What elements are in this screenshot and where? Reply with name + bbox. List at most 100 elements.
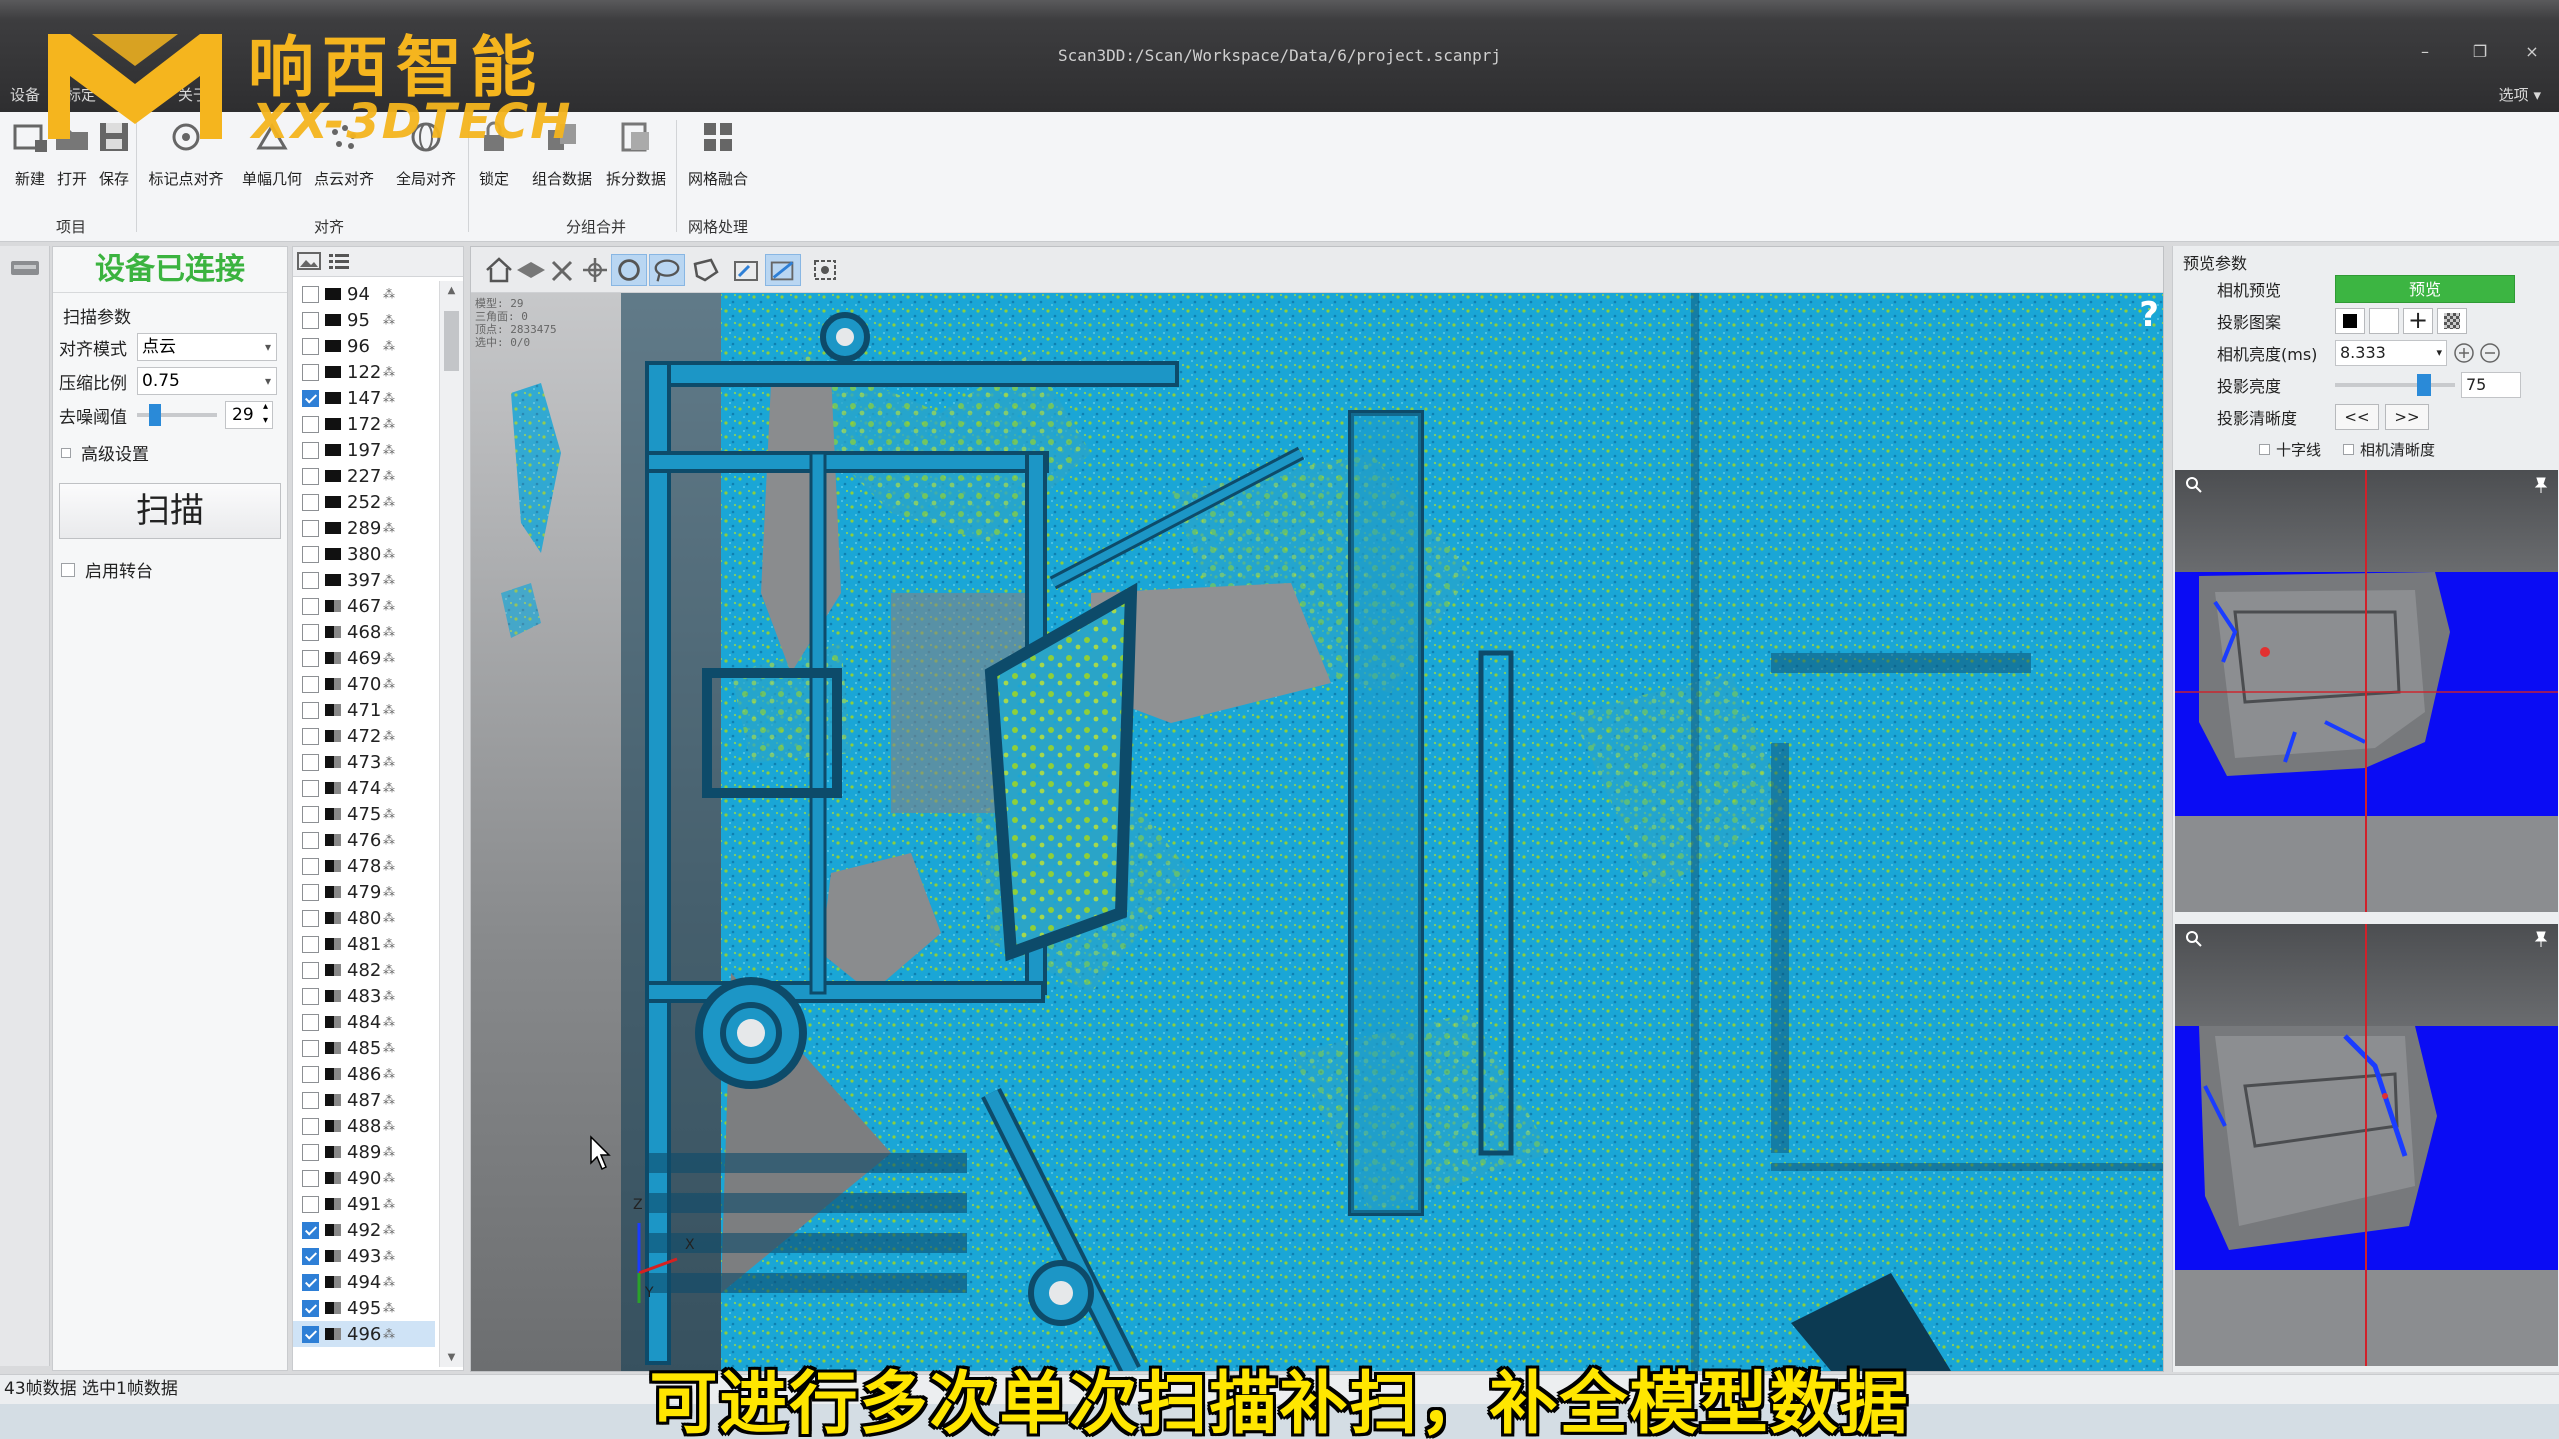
tools-icon[interactable] bbox=[545, 254, 581, 286]
zoom-icon[interactable] bbox=[2185, 930, 2203, 948]
frame-checkbox[interactable] bbox=[302, 337, 319, 355]
frame-list-item[interactable]: 380 ⁂ bbox=[293, 541, 435, 567]
camera-view-right[interactable] bbox=[2175, 924, 2558, 1366]
pattern-black-button[interactable] bbox=[2335, 308, 2365, 334]
next-button[interactable]: >> bbox=[2385, 404, 2429, 430]
select-visible-icon[interactable] bbox=[729, 254, 765, 286]
frame-list-item[interactable]: 491 ⁂ bbox=[293, 1191, 435, 1217]
frame-checkbox[interactable] bbox=[302, 1299, 319, 1317]
turntable-checkbox[interactable] bbox=[61, 562, 75, 577]
frame-list-item[interactable]: 397 ⁂ bbox=[293, 567, 435, 593]
frame-checkbox[interactable] bbox=[302, 1143, 319, 1161]
frame-list-item[interactable]: 197 ⁂ bbox=[293, 437, 435, 463]
projector-brightness-handle[interactable] bbox=[2417, 374, 2431, 396]
advanced-settings-row[interactable]: 高级设置 bbox=[53, 432, 287, 473]
frame-checkbox[interactable] bbox=[302, 1325, 319, 1343]
frame-list-item[interactable]: 485 ⁂ bbox=[293, 1035, 435, 1061]
frame-list-item[interactable]: 227 ⁂ bbox=[293, 463, 435, 489]
frame-list-item[interactable]: 478 ⁂ bbox=[293, 853, 435, 879]
advanced-settings-checkbox[interactable] bbox=[61, 447, 71, 458]
options-menu[interactable]: 选项 ▾ bbox=[2499, 84, 2541, 105]
frame-checkbox[interactable] bbox=[302, 623, 319, 641]
scroll-thumb[interactable] bbox=[444, 311, 459, 371]
menu-tab-device[interactable]: 设备 bbox=[10, 84, 40, 105]
frame-checkbox[interactable] bbox=[302, 1195, 319, 1213]
zoom-extent-icon[interactable] bbox=[807, 254, 843, 286]
close-icon[interactable]: × bbox=[2517, 42, 2547, 61]
denoise-slider-handle[interactable] bbox=[149, 404, 161, 426]
frame-checkbox[interactable] bbox=[302, 701, 319, 719]
scroll-up-icon[interactable]: ▲ bbox=[440, 281, 463, 296]
frame-list-item[interactable]: 492 ⁂ bbox=[293, 1217, 435, 1243]
frame-checkbox[interactable] bbox=[302, 831, 319, 849]
frame-list-item[interactable]: 471 ⁂ bbox=[293, 697, 435, 723]
frame-checkbox[interactable] bbox=[302, 1039, 319, 1057]
zoom-in-icon[interactable] bbox=[2453, 342, 2475, 364]
frame-checkbox[interactable] bbox=[302, 727, 319, 745]
frame-checkbox[interactable] bbox=[302, 1065, 319, 1083]
frame-list-item[interactable]: 496 ⁂ bbox=[293, 1321, 435, 1347]
frame-list-item[interactable]: 490 ⁂ bbox=[293, 1165, 435, 1191]
pattern-white-button[interactable] bbox=[2369, 308, 2399, 334]
frame-list-item[interactable]: 473 ⁂ bbox=[293, 749, 435, 775]
frame-checkbox[interactable] bbox=[302, 389, 319, 407]
frame-checkbox[interactable] bbox=[302, 467, 319, 485]
frame-list-item[interactable]: 172 ⁂ bbox=[293, 411, 435, 437]
frame-list-item[interactable]: 495 ⁂ bbox=[293, 1295, 435, 1321]
preview-button[interactable]: 预览 bbox=[2335, 275, 2515, 303]
frame-checkbox[interactable] bbox=[302, 571, 319, 589]
frame-list-item[interactable]: 487 ⁂ bbox=[293, 1087, 435, 1113]
select-circle-icon[interactable] bbox=[611, 254, 647, 286]
denoise-stepper[interactable]: 29 ▴ ▾ bbox=[225, 401, 273, 429]
select-through-icon[interactable] bbox=[765, 254, 801, 286]
frame-list-item[interactable]: 479 ⁂ bbox=[293, 879, 435, 905]
frame-checkbox[interactable] bbox=[302, 519, 319, 537]
pin-icon[interactable] bbox=[2532, 476, 2550, 494]
frame-list-item[interactable]: 470 ⁂ bbox=[293, 671, 435, 697]
frame-list-item[interactable]: 94 ⁂ bbox=[293, 281, 435, 307]
zoom-out-icon[interactable] bbox=[2479, 342, 2501, 364]
frame-checkbox[interactable] bbox=[302, 285, 319, 303]
frame-list-item[interactable]: 483 ⁂ bbox=[293, 983, 435, 1009]
frame-list-item[interactable]: 482 ⁂ bbox=[293, 957, 435, 983]
frame-list-item[interactable]: 289 ⁂ bbox=[293, 515, 435, 541]
frame-checkbox[interactable] bbox=[302, 415, 319, 433]
prev-button[interactable]: << bbox=[2335, 404, 2379, 430]
frame-checkbox[interactable] bbox=[302, 649, 319, 667]
frame-checkbox[interactable] bbox=[302, 1273, 319, 1291]
turntable-row[interactable]: 启用转台 bbox=[53, 549, 287, 590]
frame-checkbox[interactable] bbox=[302, 1169, 319, 1187]
scanner-icon[interactable] bbox=[10, 258, 40, 278]
frame-list-scrollbar[interactable]: ▲ ▼ bbox=[439, 281, 463, 1367]
crosshair-checkbox[interactable] bbox=[2259, 443, 2270, 455]
camera-clarity-checkbox[interactable] bbox=[2343, 443, 2355, 455]
frame-list-item[interactable]: 475 ⁂ bbox=[293, 801, 435, 827]
frame-checkbox[interactable] bbox=[302, 1117, 319, 1135]
3d-viewport[interactable]: 模型: 29 三角面: 0 顶点: 2833475 选中: 0/0 ? Z X … bbox=[471, 293, 2163, 1371]
frame-checkbox[interactable] bbox=[302, 675, 319, 693]
list-view-icon[interactable] bbox=[327, 251, 351, 271]
zoom-icon[interactable] bbox=[2185, 476, 2203, 494]
lasso-select-icon[interactable] bbox=[649, 254, 685, 286]
frame-list-item[interactable]: 122 ⁂ bbox=[293, 359, 435, 385]
image-view-icon[interactable] bbox=[297, 251, 321, 271]
frame-list-item[interactable]: 480 ⁂ bbox=[293, 905, 435, 931]
frame-checkbox[interactable] bbox=[302, 779, 319, 797]
pattern-checker-button[interactable] bbox=[2437, 308, 2467, 334]
frame-checkbox[interactable] bbox=[302, 1091, 319, 1109]
frame-list-item[interactable]: 488 ⁂ bbox=[293, 1113, 435, 1139]
fit-view-icon[interactable] bbox=[577, 254, 613, 286]
frame-checkbox[interactable] bbox=[302, 987, 319, 1005]
compress-select[interactable]: 0.75 ▾ bbox=[137, 367, 277, 395]
frame-list-item[interactable]: 469 ⁂ bbox=[293, 645, 435, 671]
camera-view-left[interactable] bbox=[2175, 470, 2558, 912]
frame-checkbox[interactable] bbox=[302, 805, 319, 823]
exposure-select[interactable]: 8.333 ▾ bbox=[2335, 340, 2447, 366]
frame-list-item[interactable]: 147 ⁂ bbox=[293, 385, 435, 411]
frame-list-item[interactable]: 95 ⁂ bbox=[293, 307, 435, 333]
pin-icon[interactable] bbox=[2532, 930, 2550, 948]
point-cloud-render[interactable] bbox=[471, 293, 2163, 1371]
projector-brightness-slider[interactable] bbox=[2335, 374, 2455, 396]
restore-icon[interactable]: ❐ bbox=[2465, 42, 2495, 61]
frame-list-item[interactable]: 467 ⁂ bbox=[293, 593, 435, 619]
